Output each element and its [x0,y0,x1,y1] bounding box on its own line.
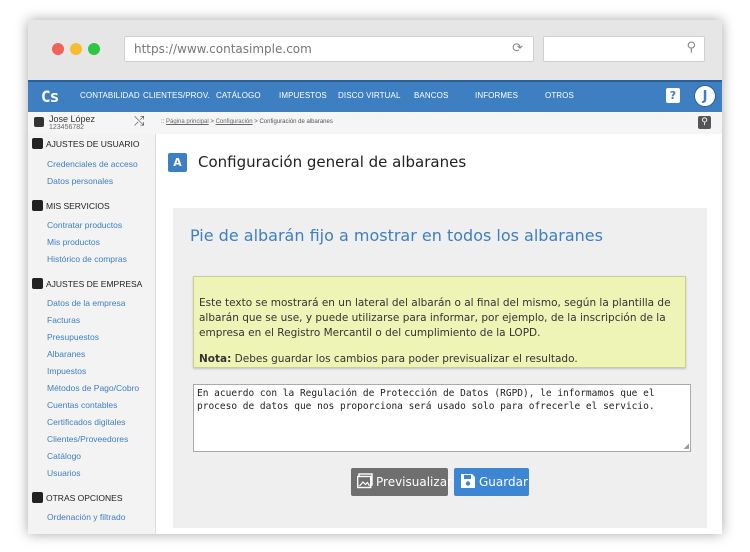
nav-impuestos[interactable]: IMPUESTOS [279,91,327,100]
sidebar-item-certificados[interactable]: Certificados digitales [47,417,125,427]
resize-grip-icon[interactable]: ◢ [684,442,689,450]
image-icon [357,473,373,489]
search-icon[interactable]: ⚲ [698,116,711,129]
nav-catalogo[interactable]: CATÁLOGO [216,91,261,100]
clipboard-icon [32,200,43,211]
sidebar-item-credenciales[interactable]: Credenciales de acceso [47,159,138,169]
maximize-window-dot[interactable] [88,43,100,55]
sidebar-item-contratar[interactable]: Contratar productos [47,220,122,230]
nav-bancos[interactable]: BANCOS [414,91,448,100]
sidebar-item-cuentas-contables[interactable]: Cuentas contables [47,400,117,410]
avatar[interactable]: J [694,85,716,107]
breadcrumb-config[interactable]: Configuración [216,119,253,125]
sidebar-section-my-services: MIS SERVICIOS [32,200,110,211]
search-icon: ⚲ [686,40,696,55]
sidebar-item-metodos-pago[interactable]: Métodos de Pago/Cobro [47,383,139,393]
note-text: Debes guardar los cambios para poder pre… [234,353,578,365]
nav-disco-virtual[interactable]: DISCO VIRTUAL [338,91,401,100]
breadcrumb-home[interactable]: Página principal [166,119,209,125]
help-icon[interactable]: ? [666,88,680,103]
contasimple-logo[interactable]: Cs [41,87,59,106]
info-text: Este texto se mostrará en un lateral del… [199,297,671,339]
footer-textarea-value: En acuerdo con la Regulación de Protecci… [197,388,655,412]
settings-sidebar: AJUSTES DE USUARIO Credenciales de acces… [28,134,156,534]
reload-icon[interactable]: ⟳ [512,41,523,56]
sidebar-item-historico[interactable]: Histórico de compras [47,254,127,264]
note-label: Nota: [199,353,232,365]
footer-textarea[interactable]: En acuerdo con la Regulación de Protecci… [193,384,691,452]
sidebar-item-clientes-proveedores[interactable]: Clientes/Proveedores [47,434,128,444]
address-bar[interactable]: https://www.contasimple.com ⟳ [124,36,534,62]
nav-contabilidad[interactable]: CONTABILIDAD [80,91,140,100]
preview-label: Previsualizar [376,475,452,489]
sidebar-item-mis-productos[interactable]: Mis productos [47,237,100,247]
breadcrumb-current: Configuración de albaranes [259,119,333,125]
floppy-disk-icon [461,474,475,488]
user-number: 123456782 [49,124,85,131]
sidebar-item-catalogo[interactable]: Catálogo [47,451,81,461]
panel-title: Pie de albarán fijo a mostrar en todos l… [190,226,603,245]
sidebar-section-company-settings: AJUSTES DE EMPRESA [32,278,142,289]
sidebar-item-datos-empresa[interactable]: Datos de la empresa [47,298,125,308]
user-card-icon [34,117,44,127]
sidebar-item-usuarios[interactable]: Usuarios [47,468,81,478]
sidebar-item-impuestos[interactable]: Impuestos [47,366,86,376]
breadcrumb: :: Página principal > Configuración > Co… [161,119,333,125]
user-bar: Jose López 123456782 ⤭ :: Página princip… [28,112,722,135]
sidebar-item-datos-personales[interactable]: Datos personales [47,176,113,186]
sidebar-item-ordenacion[interactable]: Ordenación y filtrado [47,512,125,522]
nav-informes[interactable]: INFORMES [475,91,518,100]
browser-chrome: https://www.contasimple.com ⟳ ⚲ [28,20,722,80]
sidebar-section-user-settings: AJUSTES DE USUARIO [32,138,140,149]
browser-window: https://www.contasimple.com ⟳ ⚲ Cs CONTA… [28,20,722,534]
wrench-icon [32,492,43,503]
save-label: Guardar [479,475,528,489]
nav-clientes-prov[interactable]: CLIENTES/PROV. [143,91,210,100]
sidebar-section-other-options: OTRAS OPCIONES [32,492,123,503]
info-note: Este texto se mostrará en un lateral del… [193,276,686,368]
sidebar-item-facturas[interactable]: Facturas [47,315,80,325]
save-button[interactable]: Guardar [454,468,529,496]
top-navbar: Cs CONTABILIDAD CLIENTES/PROV. CATÁLOGO … [28,80,722,112]
minimize-window-dot[interactable] [70,43,82,55]
user-name: Jose López [49,114,96,124]
save-note: Nota: Debes guardar los cambios para pod… [199,353,578,365]
main-content: A Configuración general de albaranes Pie… [156,134,722,534]
gear-icon [32,138,43,149]
address-text: https://www.contasimple.com [134,42,312,56]
document-icon: A [168,153,187,172]
footer-settings-panel: Pie de albarán fijo a mostrar en todos l… [173,208,707,528]
breadcrumb-separator: :: [161,119,165,125]
preview-button[interactable]: Previsualizar [351,468,452,496]
gear-icon [32,278,43,289]
sidebar-item-albaranes[interactable]: Albaranes [47,349,85,359]
close-window-dot[interactable] [52,43,64,55]
browser-search-box[interactable]: ⚲ [543,36,705,62]
sidebar-item-presupuestos[interactable]: Presupuestos [47,332,99,342]
nav-otros[interactable]: OTROS [545,91,574,100]
page-title: Configuración general de albaranes [198,153,467,171]
collapse-sidebar-icon[interactable]: ⤭ [134,114,144,129]
